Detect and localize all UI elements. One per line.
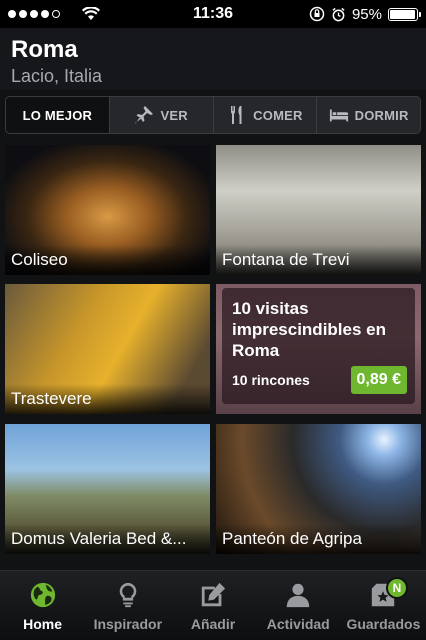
bottom-tab-bar: Home Inspirador Añadir Actividad N Guard… (0, 570, 426, 640)
price-button[interactable]: 0,89 € (350, 366, 407, 394)
tab-dormir[interactable]: DORMIR (316, 97, 420, 133)
place-title: Panteón de Agripa (222, 529, 362, 548)
status-bar: 11:36 95% (0, 0, 426, 28)
place-tile-trastevere[interactable]: Trastevere (5, 284, 210, 414)
tab-label: LO MEJOR (22, 107, 93, 123)
place-title: Fontana de Trevi (222, 250, 350, 269)
promo-tile[interactable]: 10 visitas imprescindibles en Roma 10 ri… (216, 284, 421, 414)
place-title: Trastevere (11, 389, 92, 408)
new-badge: N (386, 577, 409, 599)
rotation-lock-icon (309, 6, 325, 22)
bed-icon (329, 109, 348, 122)
place-tile-panteon[interactable]: Panteón de Agripa (216, 424, 421, 554)
battery-icon (387, 7, 421, 21)
place-tile-fontana-de-trevi[interactable]: Fontana de Trevi (216, 145, 421, 275)
page-title: Roma (11, 36, 78, 63)
promo-count: 10 rincones (232, 372, 310, 388)
promo-card: 10 visitas imprescindibles en Roma 10 ri… (222, 288, 415, 404)
promo-title: 10 visitas imprescindibles en Roma (232, 299, 386, 360)
header: Roma Lacio, Italia (0, 28, 426, 90)
category-tabs: LO MEJOR VER COMER DORMIR (5, 96, 421, 134)
battery-percent: 95% (351, 5, 382, 23)
page-subtitle: Lacio, Italia (11, 66, 103, 86)
place-tile-domus-valeria[interactable]: Domus Valeria Bed &... (5, 424, 210, 554)
alarm-icon (332, 7, 345, 21)
tabbar-actividad[interactable]: Actividad (256, 571, 341, 640)
signal-icon (8, 10, 60, 18)
tabbar-guardados[interactable]: N Guardados (341, 571, 426, 640)
status-time: 11:36 (192, 5, 234, 22)
place-title: Domus Valeria Bed &... (11, 529, 187, 548)
globe-icon (28, 580, 58, 610)
tab-lo-mejor[interactable]: LO MEJOR (6, 97, 109, 133)
place-tile-coliseo[interactable]: Coliseo (5, 145, 210, 275)
tab-label: VER (160, 107, 188, 123)
lightbulb-icon (113, 580, 143, 610)
tabbar-label: Inspirador (93, 616, 163, 632)
tab-label: DORMIR (354, 107, 409, 123)
tabbar-home[interactable]: Home (0, 571, 85, 640)
pin-icon (135, 106, 154, 124)
user-icon (283, 580, 313, 610)
tabbar-label: Añadir (190, 616, 236, 632)
tabbar-label: Home (23, 616, 63, 632)
fork-knife-icon (231, 106, 242, 124)
tab-ver[interactable]: VER (108, 97, 213, 133)
tabbar-anadir[interactable]: Añadir (170, 571, 255, 640)
place-title: Coliseo (11, 250, 68, 269)
tab-label: COMER (253, 107, 303, 123)
tabbar-label: Guardados (346, 616, 421, 632)
edit-icon (198, 580, 228, 610)
tabbar-inspirador[interactable]: Inspirador (85, 571, 170, 640)
wifi-icon (82, 7, 100, 20)
tab-comer[interactable]: COMER (212, 97, 317, 133)
tabbar-label: Actividad (266, 616, 330, 632)
